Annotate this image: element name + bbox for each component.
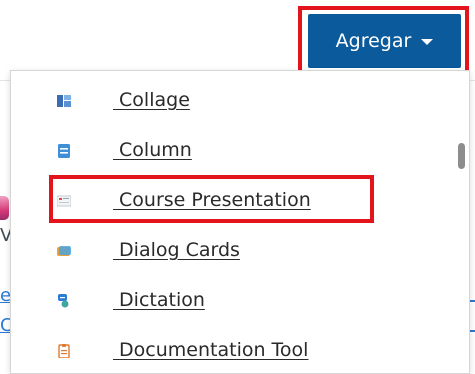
menu-item-dialog-cards[interactable]: Dialog Cards [11, 229, 451, 273]
background-link-fragment[interactable]: e [0, 286, 10, 306]
add-dropdown-button[interactable]: Agregar [308, 14, 461, 68]
menu-item-dictation[interactable]: Dictation [11, 279, 451, 323]
menu-item-collage[interactable]: Collage [11, 79, 451, 123]
dropdown-scrollbar-thumb[interactable] [458, 143, 465, 169]
menu-item-label: Course Presentation [113, 189, 311, 211]
column-icon [58, 144, 70, 158]
screen: V e C Agregar Collage Column Course Pres… [0, 0, 475, 374]
menu-item-label: Documentation Tool [113, 339, 309, 361]
course-presentation-icon [57, 195, 71, 207]
menu-item-label: Dictation [113, 289, 205, 311]
background-thumbnail [0, 196, 9, 220]
menu-item-label: Dialog Cards [113, 239, 240, 261]
dictation-icon [58, 294, 69, 308]
background-text-fragment: V [0, 226, 10, 246]
documentation-tool-icon [58, 344, 70, 358]
background-link-fragment[interactable]: C [0, 316, 10, 336]
menu-item-label: Collage [113, 89, 190, 111]
caret-down-icon [421, 39, 434, 45]
collage-icon [57, 95, 71, 107]
add-button-label: Agregar [335, 30, 412, 52]
menu-item-course-presentation[interactable]: Course Presentation [11, 179, 451, 223]
menu-item-label: Column [113, 139, 192, 161]
menu-item-column[interactable]: Column [11, 129, 451, 173]
dialog-cards-icon [57, 246, 71, 256]
menu-item-documentation-tool[interactable]: Documentation Tool [11, 329, 451, 373]
content-type-dropdown[interactable]: Collage Column Course Presentation Dialo… [10, 70, 470, 374]
